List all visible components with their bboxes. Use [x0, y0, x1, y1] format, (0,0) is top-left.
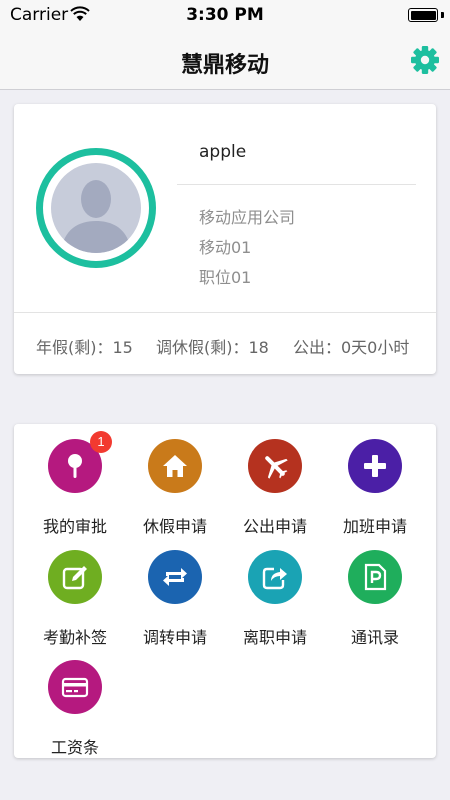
avatar[interactable]	[36, 148, 156, 268]
battery-icon	[408, 8, 438, 22]
edit-icon	[62, 566, 87, 590]
pin-icon	[68, 454, 82, 478]
app-icon-bg	[248, 439, 302, 493]
profile-card[interactable]: apple 移动应用公司 移动01 职位01 年假(剩)：15 调休假(剩)：1…	[14, 104, 436, 374]
app-label: 通讯录	[350, 628, 399, 647]
page-title: 慧鼎移动	[180, 53, 269, 78]
transfer-icon	[163, 568, 187, 586]
app-overtime-request[interactable]: 加班申请	[325, 439, 425, 539]
contacts-icon	[364, 563, 387, 591]
app-transfer-request[interactable]: 调转申请	[125, 550, 225, 650]
payslip-icon	[61, 677, 89, 698]
app-label: 调转申请	[142, 628, 207, 647]
app-resignation-request[interactable]: 离职申请	[225, 550, 325, 650]
divider	[14, 312, 436, 313]
status-time: 3:30 PM	[186, 5, 264, 25]
app-label: 考勤补签	[42, 628, 107, 647]
divider	[177, 184, 416, 185]
position-name: 职位01	[199, 268, 252, 287]
company-name: 移动应用公司	[199, 208, 296, 227]
app-label: 离职申请	[242, 628, 307, 647]
app-attendance-correction[interactable]: 考勤补签	[25, 550, 125, 650]
avatar-silhouette-icon	[51, 163, 141, 253]
airplane-icon	[265, 456, 288, 479]
home-icon	[163, 455, 187, 477]
app-icon-bg	[248, 550, 302, 604]
app-icon-bg	[48, 660, 102, 714]
gear-icon[interactable]	[410, 45, 440, 75]
nav-bar: 慧鼎移动	[0, 30, 450, 90]
app-label: 加班申请	[342, 517, 407, 536]
app-icon-bg	[348, 439, 402, 493]
app-label: 休假申请	[142, 517, 207, 536]
app-icon-bg	[348, 550, 402, 604]
app-leave-request[interactable]: 休假申请	[125, 439, 225, 539]
badge-count: 1	[90, 431, 112, 453]
app-icon-bg	[148, 439, 202, 493]
app-business-trip[interactable]: 公出申请	[225, 439, 325, 539]
business-trip-stat: 公出：0天0小时	[293, 338, 410, 357]
share-icon	[262, 567, 287, 590]
user-name: apple	[199, 142, 247, 162]
app-label: 工资条	[50, 738, 99, 757]
app-icon-bg	[148, 550, 202, 604]
apps-grid: 1 我的审批 休假申请 公出申请 加班申请 考勤补签 调转申请 离职申请 通讯录…	[14, 424, 436, 758]
app-contacts[interactable]: 通讯录	[325, 550, 425, 650]
annual-leave-stat: 年假(剩)：15	[36, 338, 133, 357]
app-label: 我的审批	[42, 517, 107, 536]
app-icon-bg	[48, 550, 102, 604]
app-label: 公出申请	[242, 517, 307, 536]
status-bar: Carrier 3:30 PM	[0, 0, 450, 30]
app-payslip[interactable]: 工资条	[25, 660, 125, 760]
plus-icon	[364, 455, 386, 477]
department-name: 移动01	[199, 238, 252, 257]
battery-tip	[441, 12, 444, 18]
app-my-approvals[interactable]: 1 我的审批	[25, 431, 125, 539]
comp-leave-stat: 调休假(剩)：18	[156, 338, 269, 357]
